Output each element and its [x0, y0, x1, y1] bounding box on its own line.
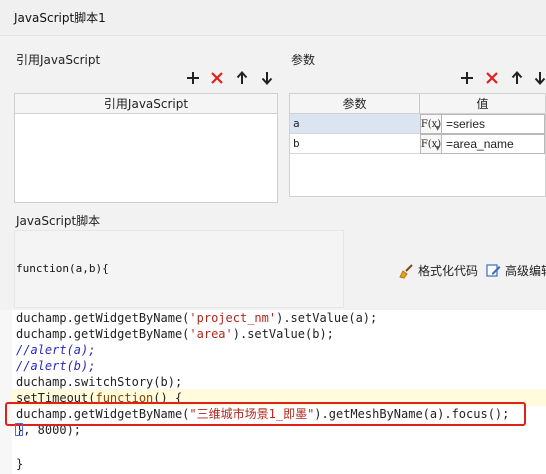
references-group-label: 引用JavaScript — [16, 53, 101, 67]
param-row[interactable]: a F(x) ▼ =series — [290, 114, 545, 134]
param-value-input[interactable]: =area_name — [442, 134, 545, 154]
delete-param-button[interactable] — [483, 69, 501, 87]
window-title: JavaScript脚本1 — [14, 11, 106, 25]
code-token: ).setValue(a); — [276, 311, 378, 325]
delete-icon — [486, 72, 498, 84]
params-table: 参数 值 a F(x) ▼ =series b F(x) ▼ =area_nam… — [289, 93, 546, 197]
broom-icon — [399, 263, 413, 279]
format-code-button[interactable]: 格式化代码 — [398, 262, 478, 279]
code-string: 'area' — [189, 327, 233, 341]
arrow-up-icon — [236, 71, 248, 84]
caret-down-icon: ▼ — [435, 145, 440, 152]
advanced-edit-button[interactable]: 高级编辑 — [486, 262, 546, 279]
param-name[interactable]: a — [290, 114, 420, 134]
edit-icon — [486, 264, 501, 277]
code-line[interactable]: //alert(b); — [16, 358, 95, 374]
bracket-match-marker — [15, 423, 23, 436]
editor-gutter — [0, 310, 12, 474]
references-column-header[interactable]: 引用JavaScript — [15, 94, 277, 114]
caret-down-icon: ▼ — [435, 125, 440, 132]
params-column-value[interactable]: 值 — [420, 94, 545, 114]
params-group-label: 参数 — [291, 53, 316, 67]
add-icon — [187, 72, 199, 84]
delete-icon — [211, 72, 223, 84]
highlight-annotation-box — [5, 402, 526, 426]
move-up-reference-button[interactable] — [233, 69, 251, 87]
code-line[interactable]: duchamp.getWidgetByName('area').setValue… — [16, 326, 334, 342]
param-row[interactable]: b F(x) ▼ =area_name — [290, 134, 545, 154]
params-header-row: 参数 值 — [290, 94, 545, 114]
move-up-param-button[interactable] — [508, 69, 526, 87]
code-line[interactable]: } — [16, 456, 23, 472]
delete-reference-button[interactable] — [208, 69, 226, 87]
code-token: ).setValue(b); — [232, 327, 334, 341]
params-column-name[interactable]: 参数 — [290, 94, 420, 114]
move-down-param-button[interactable] — [531, 69, 546, 87]
arrow-down-icon — [261, 72, 273, 85]
advanced-edit-label: 高级编辑 — [505, 264, 546, 278]
script-group-label: JavaScript脚本 — [16, 214, 101, 228]
function-signature: function(a,b){ — [16, 262, 109, 275]
arrow-down-icon — [534, 72, 546, 85]
format-code-label: 格式化代码 — [418, 264, 479, 278]
code-line[interactable]: duchamp.getWidgetByName('project_nm').se… — [16, 310, 377, 326]
param-value-input[interactable]: =series — [442, 114, 545, 134]
move-down-reference-button[interactable] — [258, 69, 276, 87]
arrow-up-icon — [511, 71, 523, 84]
code-line[interactable]: //alert(a); — [16, 342, 95, 358]
references-table[interactable]: 引用JavaScript — [14, 93, 278, 203]
formula-button[interactable]: F(x) ▼ — [420, 114, 442, 134]
code-token: duchamp.getWidgetByName( — [16, 311, 190, 325]
code-token: duchamp.getWidgetByName( — [16, 327, 190, 341]
add-param-button[interactable] — [458, 69, 476, 87]
add-reference-button[interactable] — [184, 69, 202, 87]
formula-button[interactable]: F(x) ▼ — [420, 134, 442, 154]
param-name[interactable]: b — [290, 134, 420, 154]
add-icon — [461, 72, 473, 84]
code-string: 'project_nm' — [189, 311, 277, 325]
code-line[interactable]: duchamp.switchStory(b); — [16, 374, 182, 390]
